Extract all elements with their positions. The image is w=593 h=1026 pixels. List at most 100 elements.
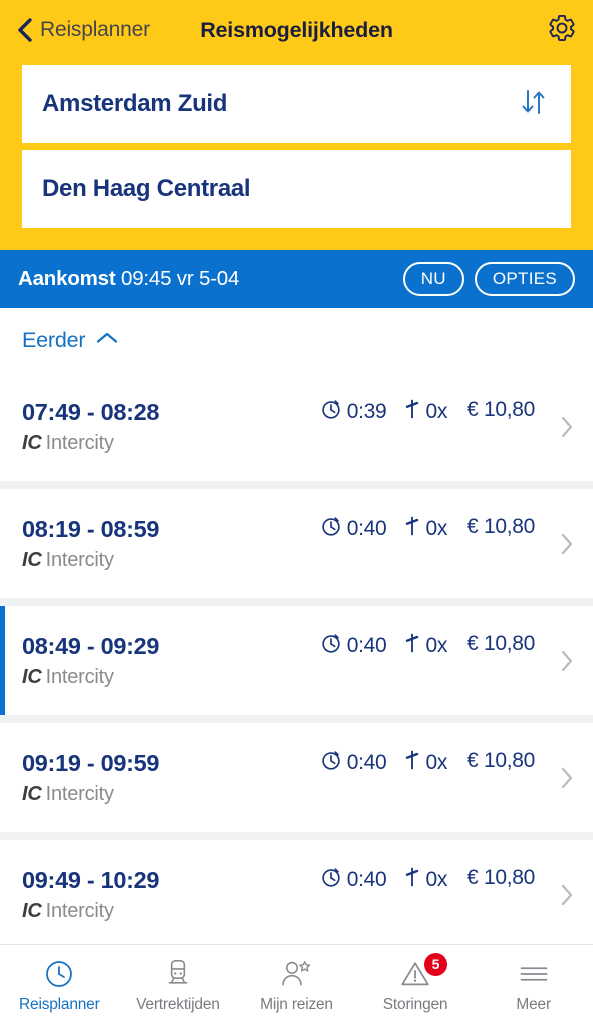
now-button[interactable]: NU: [402, 262, 464, 296]
nav-item-storingen[interactable]: 5 Storingen: [356, 945, 475, 1026]
journey-row[interactable]: 09:49 - 10:29 IC Intercity 0:40 0x € 10,80: [0, 840, 593, 944]
chevron-right-icon[interactable]: [555, 413, 579, 441]
journey-summary: 08:19 - 08:59 IC Intercity: [22, 516, 160, 571]
train-type-code: IC: [22, 899, 42, 922]
train-type-label: Intercity: [45, 899, 114, 922]
nav-item-reisplanner[interactable]: Reisplanner: [0, 945, 119, 1026]
journey-train-type: IC Intercity: [22, 432, 159, 454]
journey-train-type: IC Intercity: [22, 783, 159, 805]
train-type-label: Intercity: [45, 548, 114, 571]
app-root: Reisplanner Reismogelijkheden Amsterdam …: [0, 0, 593, 1026]
arrival-filter-bar: Aankomst 09:45 vr 5-04 NU OPTIES: [0, 250, 593, 308]
person-star-icon: [280, 958, 312, 990]
journey-train-type: IC Intercity: [22, 666, 159, 688]
transfer-icon: [404, 398, 420, 426]
journey-summary: 08:49 - 09:29 IC Intercity: [22, 633, 160, 688]
journey-summary: 09:19 - 09:59 IC Intercity: [22, 750, 160, 805]
back-button[interactable]: Reisplanner: [14, 17, 150, 43]
journey-row[interactable]: 08:19 - 08:59 IC Intercity 0:40 0x € 10,80: [0, 489, 593, 598]
train-icon: [164, 958, 192, 990]
settings-button[interactable]: [545, 13, 579, 47]
chevron-left-icon: [14, 17, 36, 43]
earlier-button[interactable]: Eerder: [0, 308, 593, 372]
journey-price: € 10,80: [467, 632, 535, 655]
nav-item-label: Storingen: [382, 995, 448, 1013]
train-type-label: Intercity: [45, 431, 114, 454]
journey-metrics: 0:40 0x € 10,80: [320, 515, 535, 543]
journey-row[interactable]: 09:19 - 09:59 IC Intercity 0:40 0x € 10,80: [0, 723, 593, 832]
origin-station-name: Amsterdam Zuid: [42, 90, 228, 117]
nav-item-vertrektijden[interactable]: Vertrektijden: [119, 945, 238, 1026]
train-type-code: IC: [22, 548, 42, 571]
header: Reisplanner Reismogelijkheden Amsterdam …: [0, 0, 593, 250]
transfer-icon: [404, 515, 420, 543]
duration-value: 0:40: [346, 634, 387, 657]
train-type-label: Intercity: [45, 665, 114, 688]
journey-duration: 0:39: [320, 398, 387, 426]
back-button-label: Reisplanner: [40, 18, 150, 41]
journey-transfers: 0x: [404, 866, 447, 894]
journey-price: € 10,80: [467, 749, 535, 772]
transfers-value: 0x: [425, 868, 448, 891]
duration-value: 0:40: [346, 868, 387, 891]
journey-times: 08:49 - 09:29: [22, 633, 160, 660]
transfers-value: 0x: [425, 751, 448, 774]
nav-item-mijn-reizen[interactable]: Mijn reizen: [237, 945, 356, 1026]
clock-icon: [44, 958, 74, 990]
journey-summary: 09:49 - 10:29 IC Intercity: [22, 867, 160, 922]
transfer-icon: [404, 866, 420, 894]
journey-train-type: IC Intercity: [22, 549, 159, 571]
journey-list: 07:49 - 08:28 IC Intercity 0:39 0x € 10,80 08:…: [0, 372, 593, 944]
journey-transfers: 0x: [404, 398, 447, 426]
journey-price: € 10,80: [467, 866, 535, 889]
chevron-right-icon[interactable]: [555, 647, 579, 675]
transfer-icon: [404, 632, 420, 660]
filter-actions: NU OPTIES: [402, 262, 575, 296]
journey-duration: 0:40: [320, 632, 387, 660]
nav-item-label: Meer: [516, 995, 551, 1013]
arrival-time-display[interactable]: Aankomst 09:45 vr 5-04: [18, 267, 239, 291]
origin-field[interactable]: Amsterdam Zuid: [22, 65, 571, 143]
train-type-code: IC: [22, 665, 42, 688]
journey-metrics: 0:39 0x € 10,80: [320, 398, 535, 426]
arrival-label: Aankomst: [18, 267, 116, 290]
journey-transfers: 0x: [404, 515, 447, 543]
navigation-bar: Reisplanner Reismogelijkheden: [0, 0, 593, 60]
destination-field[interactable]: Den Haag Centraal: [22, 150, 571, 228]
journey-metrics: 0:40 0x € 10,80: [320, 749, 535, 777]
journey-price: € 10,80: [467, 398, 535, 421]
journey-train-type: IC Intercity: [22, 900, 159, 922]
bottom-navigation: Reisplanner Vertrektijden Mijn reizen 5 Stor…: [0, 944, 593, 1026]
journey-metrics: 0:40 0x € 10,80: [320, 632, 535, 660]
train-type-code: IC: [22, 782, 42, 805]
nav-item-label: Vertrektijden: [136, 995, 220, 1013]
journey-duration: 0:40: [320, 515, 387, 543]
nav-item-meer[interactable]: Meer: [474, 945, 593, 1026]
swap-vertical-icon: [519, 85, 549, 124]
destination-station-name: Den Haag Centraal: [42, 175, 251, 202]
journey-transfers: 0x: [404, 632, 447, 660]
journey-times: 08:19 - 08:59: [22, 516, 160, 543]
journey-row[interactable]: 08:49 - 09:29 IC Intercity 0:40 0x € 10,80: [0, 606, 593, 715]
gear-icon: [547, 13, 577, 48]
stopwatch-icon: [320, 515, 342, 543]
journey-duration: 0:40: [320, 749, 387, 777]
nav-item-label: Reisplanner: [19, 995, 100, 1013]
journey-transfers: 0x: [404, 749, 447, 777]
stopwatch-icon: [320, 866, 342, 894]
nav-item-label: Mijn reizen: [260, 995, 333, 1013]
options-button[interactable]: OPTIES: [474, 262, 575, 296]
transfers-value: 0x: [425, 634, 448, 657]
journey-row[interactable]: 07:49 - 08:28 IC Intercity 0:39 0x € 10,80: [0, 372, 593, 481]
chevron-right-icon[interactable]: [555, 530, 579, 558]
train-type-code: IC: [22, 431, 42, 454]
hamburger-icon: [518, 958, 550, 990]
stopwatch-icon: [320, 398, 342, 426]
swap-stations-button[interactable]: [517, 85, 551, 123]
duration-value: 0:40: [346, 751, 387, 774]
chevron-up-icon: [95, 330, 119, 351]
chevron-right-icon[interactable]: [555, 881, 579, 909]
journey-metrics: 0:40 0x € 10,80: [320, 866, 535, 894]
chevron-right-icon[interactable]: [555, 764, 579, 792]
train-type-label: Intercity: [45, 782, 114, 805]
